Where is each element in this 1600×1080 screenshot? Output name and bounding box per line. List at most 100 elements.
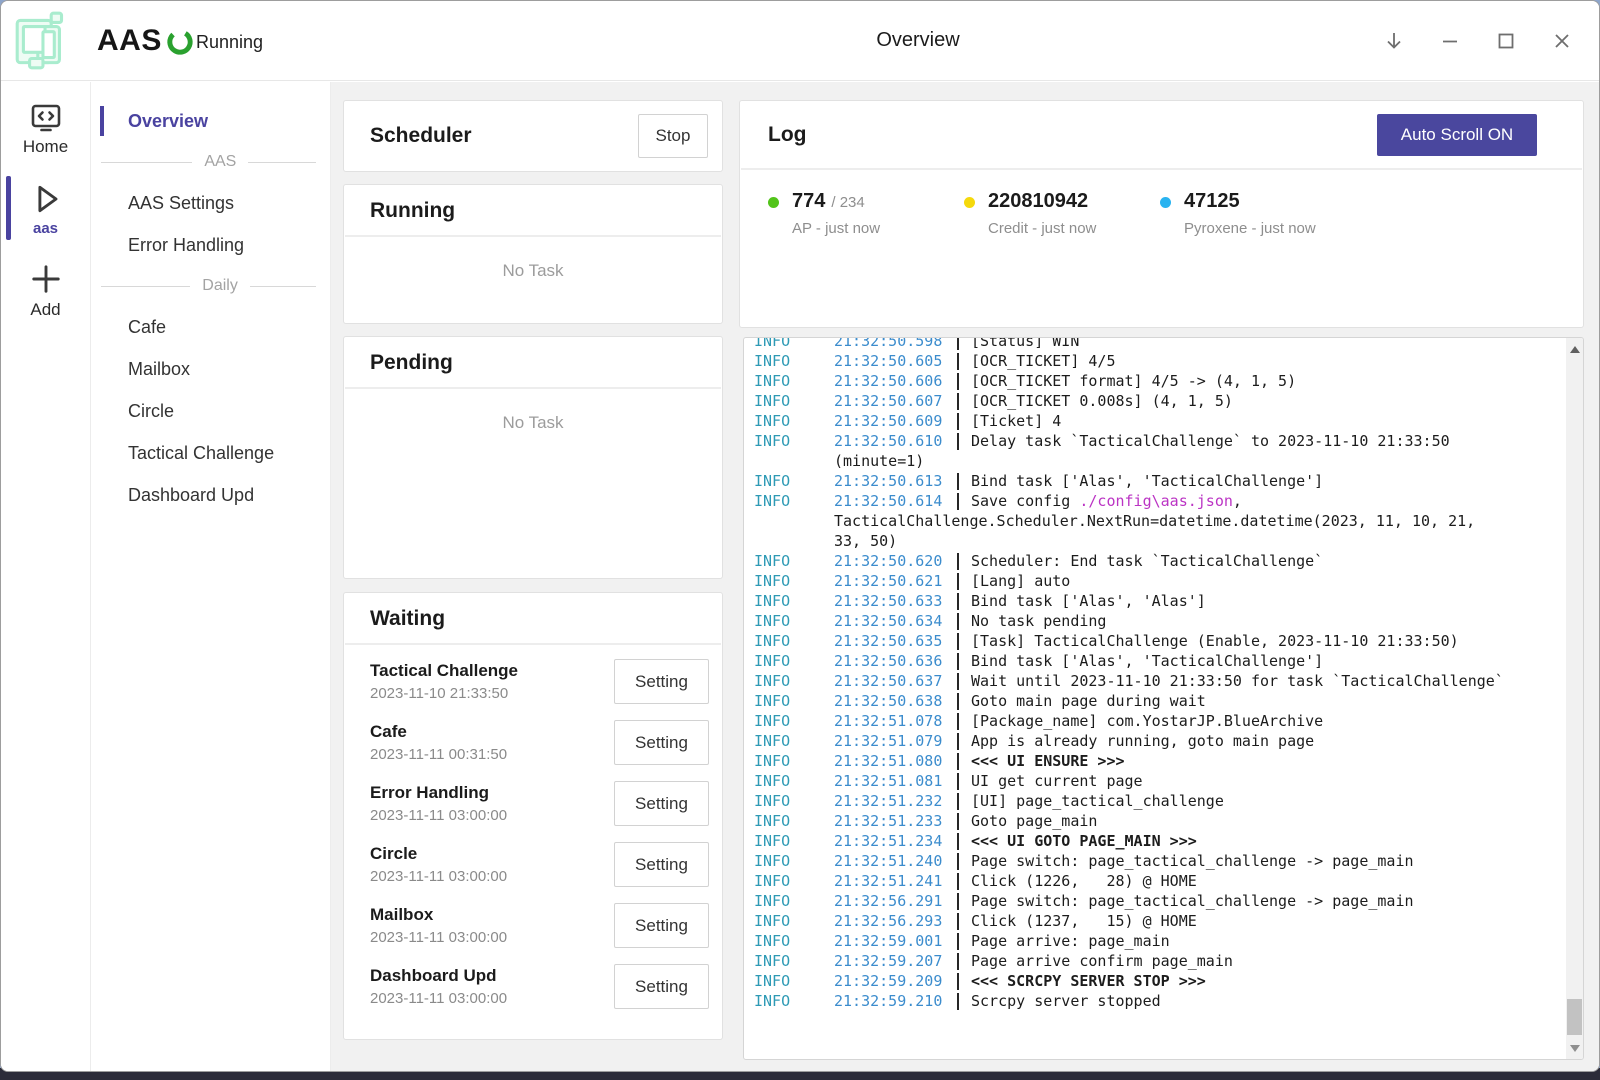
nav-item-aas-settings[interactable]: AAS Settings [91, 182, 330, 224]
log-message: [Ticket] 4 [971, 411, 1583, 431]
log-separator-bar [956, 831, 971, 851]
log-viewer[interactable]: INFO21:32:50.598[Status] WININFO21:32:50… [743, 337, 1584, 1060]
log-timestamp: 21:32:50.638 [834, 691, 956, 711]
log-level: INFO [744, 351, 834, 371]
setting-button[interactable]: Setting [614, 659, 709, 704]
log-separator-bar [956, 711, 971, 731]
log-level: INFO [744, 851, 834, 871]
log-level: INFO [744, 971, 834, 991]
scheduler-title: Scheduler [370, 124, 472, 148]
setting-button[interactable]: Setting [614, 964, 709, 1009]
scrollbar-thumb[interactable] [1567, 999, 1582, 1035]
main-content: Scheduler Stop Running No Task Pending N… [331, 82, 1599, 1071]
nav-item-overview[interactable]: Overview [91, 100, 330, 142]
task-name: Cafe [370, 722, 507, 742]
log-line: INFO21:32:51.079App is already running, … [744, 731, 1583, 751]
nav-item-circle[interactable]: Circle [91, 390, 330, 432]
rail-item-aas[interactable]: aas [1, 179, 90, 237]
log-timestamp: 21:32:50.614 [834, 491, 956, 511]
nav-item-error-handling[interactable]: Error Handling [91, 224, 330, 266]
update-download-button[interactable] [1379, 26, 1409, 56]
log-timestamp: 21:32:59.210 [834, 991, 956, 1011]
log-body: INFO21:32:50.598[Status] WININFO21:32:50… [744, 337, 1583, 1011]
auto-scroll-toggle[interactable]: Auto Scroll ON [1377, 114, 1537, 156]
nav-item-cafe[interactable]: Cafe [91, 306, 330, 348]
nav-item-label: Circle [128, 401, 174, 422]
log-header: Log Auto Scroll ON [740, 114, 1583, 156]
log-message: Scrcpy server stopped [971, 991, 1583, 1011]
minimize-button[interactable] [1435, 26, 1465, 56]
play-icon [26, 179, 66, 219]
close-button[interactable] [1547, 26, 1577, 56]
spinner-icon [165, 27, 195, 57]
setting-button[interactable]: Setting [614, 781, 709, 826]
maximize-icon [1492, 27, 1520, 55]
log-message: Page arrive confirm page_main [971, 951, 1583, 971]
rail-item-home[interactable]: Home [1, 100, 90, 157]
running-card: Running No Task [343, 184, 723, 324]
log-line: INFO21:32:50.635[Task] TacticalChallenge… [744, 631, 1583, 651]
log-separator-bar [956, 351, 971, 371]
log-separator-bar [956, 611, 971, 631]
log-timestamp: 21:32:50.598 [834, 337, 956, 351]
log-line: INFO21:32:50.636Bind task ['Alas', 'Tact… [744, 651, 1583, 671]
nav-item-mailbox[interactable]: Mailbox [91, 348, 330, 390]
log-stat-ap: 774/ 234AP - just now [768, 190, 964, 237]
stop-button[interactable]: Stop [638, 114, 708, 158]
nav-item-label: Overview [128, 111, 208, 132]
setting-button[interactable]: Setting [614, 720, 709, 765]
log-separator-bar [956, 371, 971, 391]
waiting-task-cafe: Cafe2023-11-11 00:31:50Setting [344, 712, 722, 773]
log-separator-bar [956, 411, 971, 431]
task-next-run-time: 2023-11-10 21:33:50 [370, 685, 518, 702]
log-message: Page arrive: page_main [971, 931, 1583, 951]
log-line: INFO21:32:50.633Bind task ['Alas', 'Alas… [744, 591, 1583, 611]
nav-item-dashboard-upd[interactable]: Dashboard Upd [91, 474, 330, 516]
waiting-task-info: Mailbox2023-11-11 03:00:00 [370, 905, 507, 946]
setting-button[interactable]: Setting [614, 903, 709, 948]
log-timestamp: 21:32:50.637 [834, 671, 956, 691]
setting-button[interactable]: Setting [614, 842, 709, 887]
nav-item-tactical-challenge[interactable]: Tactical Challenge [91, 432, 330, 474]
log-timestamp: 21:32:51.240 [834, 851, 956, 871]
log-separator-bar [956, 971, 971, 991]
task-name: Dashboard Upd [370, 966, 507, 986]
log-timestamp: 21:32:50.609 [834, 411, 956, 431]
log-separator-bar [956, 791, 971, 811]
log-line: INFO21:32:56.293Click (1237, 15) @ HOME [744, 911, 1583, 931]
log-timestamp: 21:32:51.080 [834, 751, 956, 771]
log-stat-credit: 220810942Credit - just now [964, 190, 1160, 237]
log-separator-bar [956, 771, 971, 791]
window-controls [1379, 1, 1577, 81]
waiting-card: Waiting Tactical Challenge2023-11-10 21:… [343, 592, 723, 1040]
code-monitor-icon [26, 100, 66, 136]
log-timestamp: 21:32:56.291 [834, 891, 956, 911]
log-message: [Package_name] com.YostarJP.BlueArchive [971, 711, 1583, 731]
log-level: INFO [744, 411, 834, 431]
log-line: INFO21:32:59.001Page arrive: page_main [744, 931, 1583, 951]
log-separator-bar [956, 851, 971, 871]
log-message: Bind task ['Alas', 'TacticalChallenge'] [971, 651, 1583, 671]
triangle-down-icon [1570, 1045, 1580, 1052]
log-level: INFO [744, 931, 834, 951]
log-separator-bar [956, 731, 971, 751]
log-scrollbar[interactable] [1566, 338, 1583, 1059]
maximize-button[interactable] [1491, 26, 1521, 56]
log-line: INFO21:32:59.207Page arrive confirm page… [744, 951, 1583, 971]
log-indent-spacer [744, 531, 834, 551]
scroll-down-button[interactable] [1566, 1040, 1583, 1056]
log-message: [Task] TacticalChallenge (Enable, 2023-1… [971, 631, 1583, 651]
scroll-up-button[interactable] [1566, 341, 1583, 357]
log-line: INFO21:32:59.210Scrcpy server stopped [744, 991, 1583, 1011]
log-card: Log Auto Scroll ON 774/ 234AP - just now… [739, 100, 1584, 328]
waiting-task-info: Error Handling2023-11-11 03:00:00 [370, 783, 507, 824]
log-message: <<< UI GOTO PAGE_MAIN >>> [971, 831, 1583, 851]
log-separator-bar [956, 471, 971, 491]
log-separator-bar [956, 931, 971, 951]
arrow-down-icon [1380, 27, 1408, 55]
rail-item-add[interactable]: Add [1, 259, 90, 320]
log-message: [OCR_TICKET format] 4/5 -> (4, 1, 5) [971, 371, 1583, 391]
stat-dot-icon [1160, 197, 1171, 208]
log-separator-bar [956, 391, 971, 411]
log-timestamp: 21:32:51.233 [834, 811, 956, 831]
